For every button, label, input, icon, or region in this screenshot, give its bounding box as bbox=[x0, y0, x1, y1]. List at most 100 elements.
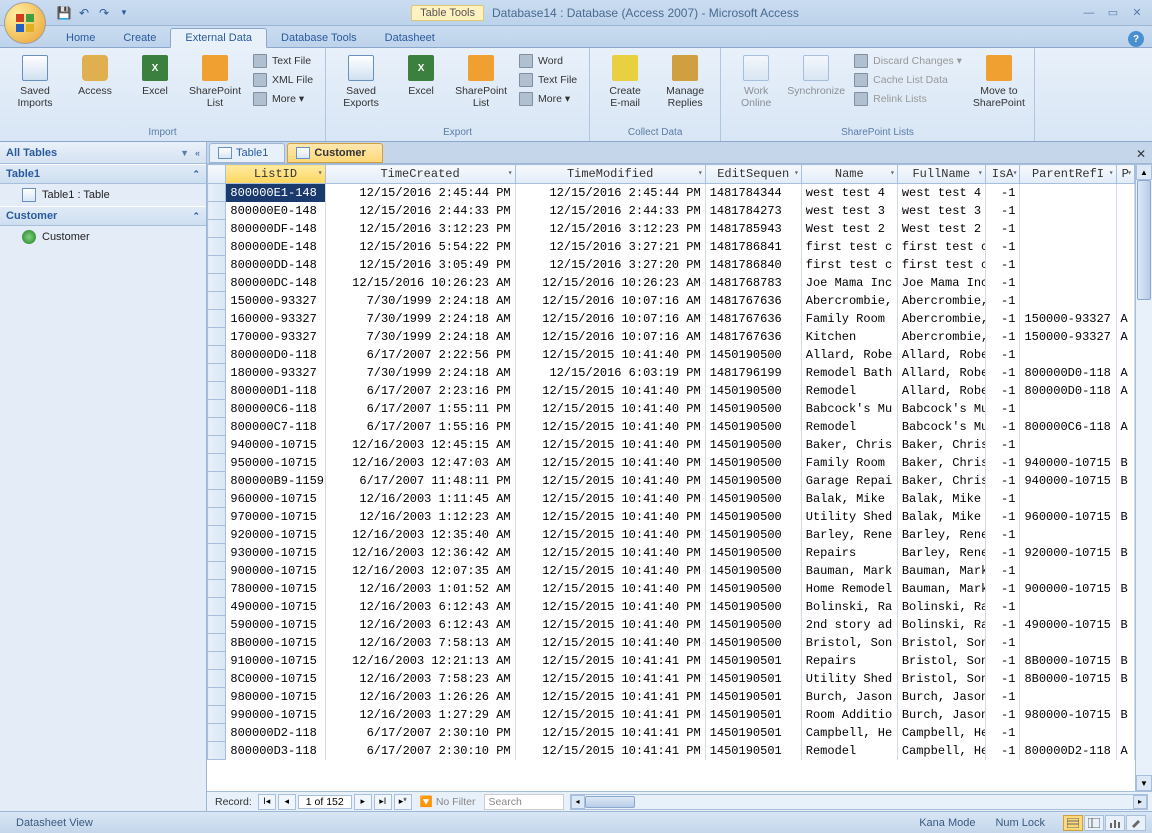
cell[interactable]: 12/15/2015 10:41:41 PM bbox=[515, 652, 705, 670]
cell[interactable]: 12/15/2016 6:03:19 PM bbox=[515, 364, 705, 382]
table-row[interactable]: 920000-1071512/16/2003 12:35:40 AM12/15/… bbox=[208, 526, 1135, 544]
cell[interactable]: Remodel bbox=[801, 418, 897, 436]
cell[interactable]: 8B0000-10715 bbox=[1020, 670, 1116, 688]
cell[interactable] bbox=[1116, 184, 1134, 202]
cell[interactable]: 980000-10715 bbox=[1020, 706, 1116, 724]
cell[interactable]: 940000-10715 bbox=[226, 436, 325, 454]
cell[interactable]: Abercrombie, bbox=[897, 310, 985, 328]
cell[interactable]: 12/15/2015 10:41:40 PM bbox=[515, 436, 705, 454]
cell[interactable]: 1450190501 bbox=[705, 652, 801, 670]
cell[interactable] bbox=[1020, 490, 1116, 508]
cell[interactable]: 6/17/2007 1:55:16 PM bbox=[325, 418, 515, 436]
nav-group-header[interactable]: Customer⌃ bbox=[0, 206, 206, 226]
cell[interactable]: B bbox=[1116, 580, 1134, 598]
cell[interactable]: 1450190500 bbox=[705, 490, 801, 508]
scroll-right-icon[interactable]: ▸ bbox=[1133, 795, 1147, 809]
cell[interactable]: 12/16/2003 7:58:13 AM bbox=[325, 634, 515, 652]
cell[interactable]: 800000E0-148 bbox=[226, 202, 325, 220]
chevron-up-icon[interactable]: ⌃ bbox=[192, 169, 200, 180]
table-row[interactable]: 990000-1071512/16/2003 1:27:29 AM12/15/2… bbox=[208, 706, 1135, 724]
cell[interactable]: 1450190501 bbox=[705, 706, 801, 724]
row-selector[interactable] bbox=[208, 706, 226, 724]
row-selector[interactable] bbox=[208, 544, 226, 562]
column-dropdown-icon[interactable]: ▾ bbox=[1109, 168, 1114, 178]
cell[interactable]: Balak, Mike bbox=[897, 490, 985, 508]
cell[interactable]: 1450190500 bbox=[705, 508, 801, 526]
table-row[interactable]: 800000E1-14812/15/2016 2:45:44 PM12/15/2… bbox=[208, 184, 1135, 202]
cell[interactable]: Baker, Chris bbox=[897, 472, 985, 490]
cell[interactable]: 910000-10715 bbox=[226, 652, 325, 670]
cell[interactable]: 800000C7-118 bbox=[226, 418, 325, 436]
cell[interactable] bbox=[1020, 688, 1116, 706]
cell[interactable]: 12/15/2015 10:41:41 PM bbox=[515, 688, 705, 706]
cell[interactable]: Family Room bbox=[801, 310, 897, 328]
table-row[interactable]: 800000DE-14812/15/2016 5:54:22 PM12/15/2… bbox=[208, 238, 1135, 256]
ribbon-tab-database-tools[interactable]: Database Tools bbox=[267, 29, 371, 47]
design-view-button[interactable] bbox=[1126, 815, 1146, 831]
cell[interactable]: -1 bbox=[985, 580, 1020, 598]
ribbon-button[interactable]: Saved Exports bbox=[332, 50, 390, 111]
table-row[interactable]: 800000DD-14812/15/2016 3:05:49 PM12/15/2… bbox=[208, 256, 1135, 274]
maximize-button[interactable]: ▭ bbox=[1102, 5, 1124, 21]
cell[interactable]: 12/15/2015 10:41:40 PM bbox=[515, 544, 705, 562]
hscroll-thumb[interactable] bbox=[585, 796, 635, 808]
filter-indicator[interactable]: 🔽No Filter bbox=[414, 795, 482, 808]
close-tab-button[interactable]: ✕ bbox=[1130, 145, 1152, 163]
cell[interactable]: 12/15/2015 10:41:40 PM bbox=[515, 508, 705, 526]
cell[interactable]: 6/17/2007 11:48:11 PM bbox=[325, 472, 515, 490]
cell[interactable]: -1 bbox=[985, 256, 1020, 274]
cell[interactable]: -1 bbox=[985, 724, 1020, 742]
cell[interactable]: Babcock's Mu bbox=[897, 418, 985, 436]
cell[interactable]: 800000B9-1159 bbox=[226, 472, 325, 490]
ribbon-button[interactable]: SharePoint List bbox=[186, 50, 244, 111]
cell[interactable]: first test c bbox=[801, 238, 897, 256]
cell[interactable]: Babcock's Mu bbox=[801, 400, 897, 418]
cell[interactable]: 12/15/2015 10:41:40 PM bbox=[515, 580, 705, 598]
table-row[interactable]: 800000D3-1186/17/2007 2:30:10 PM12/15/20… bbox=[208, 742, 1135, 760]
cell[interactable]: -1 bbox=[985, 400, 1020, 418]
cell[interactable]: 12/15/2015 10:41:41 PM bbox=[515, 706, 705, 724]
cell[interactable]: 12/15/2016 3:05:49 PM bbox=[325, 256, 515, 274]
cell[interactable]: 940000-10715 bbox=[1020, 472, 1116, 490]
cell[interactable]: 800000C6-118 bbox=[1020, 418, 1116, 436]
nav-item[interactable]: Customer bbox=[0, 226, 206, 248]
cell[interactable]: 160000-93327 bbox=[226, 310, 325, 328]
cell[interactable]: 12/15/2015 10:41:40 PM bbox=[515, 382, 705, 400]
table-row[interactable]: 8C0000-1071512/16/2003 7:58:23 AM12/15/2… bbox=[208, 670, 1135, 688]
ribbon-button[interactable]: XExcel bbox=[392, 50, 450, 100]
cell[interactable]: Garage Repai bbox=[801, 472, 897, 490]
cell[interactable]: 800000D2-118 bbox=[1020, 742, 1116, 760]
cell[interactable]: A bbox=[1116, 328, 1134, 346]
ribbon-button[interactable]: XExcel bbox=[126, 50, 184, 100]
cell[interactable]: 12/15/2015 10:41:40 PM bbox=[515, 562, 705, 580]
cell[interactable]: 12/15/2016 2:45:44 PM bbox=[325, 184, 515, 202]
cell[interactable]: 150000-93327 bbox=[226, 292, 325, 310]
scroll-up-icon[interactable]: ▲ bbox=[1136, 164, 1152, 180]
cell[interactable]: 800000DF-148 bbox=[226, 220, 325, 238]
cell[interactable]: Remodel Bath bbox=[801, 364, 897, 382]
next-record-button[interactable]: ▸ bbox=[354, 794, 372, 810]
cell[interactable]: Bristol, Son bbox=[897, 652, 985, 670]
cell[interactable]: Joe Mama Inc bbox=[897, 274, 985, 292]
cell[interactable]: 1481767636 bbox=[705, 328, 801, 346]
cell[interactable]: Utility Shed bbox=[801, 670, 897, 688]
column-dropdown-icon[interactable]: ▾ bbox=[318, 168, 323, 178]
cell[interactable]: 12/15/2015 10:41:40 PM bbox=[515, 616, 705, 634]
table-row[interactable]: 490000-1071512/16/2003 6:12:43 AM12/15/2… bbox=[208, 598, 1135, 616]
cell[interactable]: 1450190500 bbox=[705, 436, 801, 454]
cell[interactable]: 12/15/2015 10:41:40 PM bbox=[515, 346, 705, 364]
cell[interactable] bbox=[1116, 292, 1134, 310]
cell[interactable]: -1 bbox=[985, 472, 1020, 490]
table-row[interactable]: 910000-1071512/16/2003 12:21:13 AM12/15/… bbox=[208, 652, 1135, 670]
cell[interactable]: -1 bbox=[985, 184, 1020, 202]
record-position-input[interactable] bbox=[298, 795, 352, 809]
row-selector[interactable] bbox=[208, 688, 226, 706]
row-selector[interactable] bbox=[208, 742, 226, 760]
cell[interactable]: 800000E1-148 bbox=[226, 184, 325, 202]
row-selector[interactable] bbox=[208, 580, 226, 598]
row-selector[interactable] bbox=[208, 328, 226, 346]
cell[interactable]: 170000-93327 bbox=[226, 328, 325, 346]
cell[interactable] bbox=[1020, 346, 1116, 364]
cell[interactable]: 12/15/2015 10:41:40 PM bbox=[515, 472, 705, 490]
cell[interactable]: -1 bbox=[985, 598, 1020, 616]
